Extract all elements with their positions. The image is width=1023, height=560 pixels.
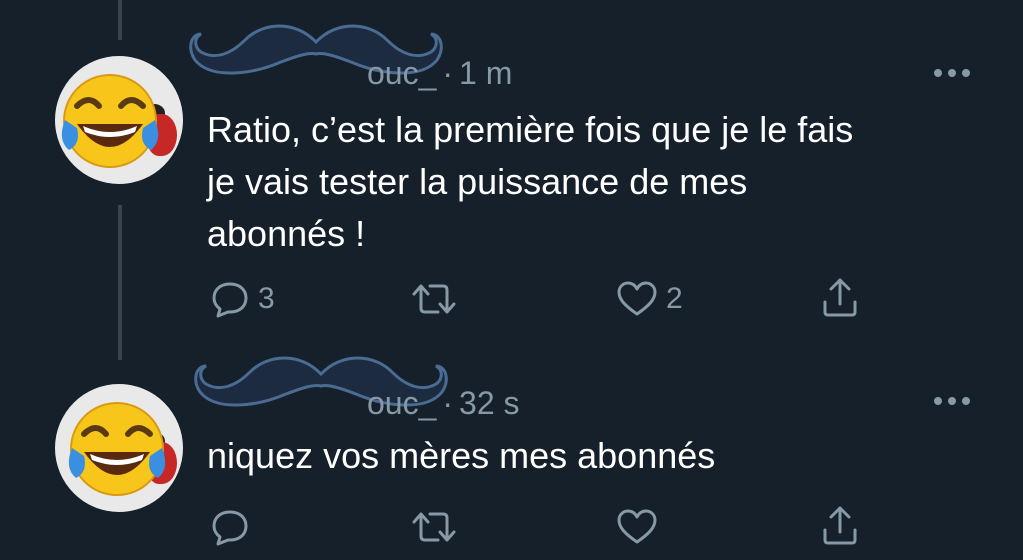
tweet-text-line: niquez vos mères mes abonnés bbox=[207, 435, 716, 476]
retweet-button[interactable] bbox=[410, 508, 466, 546]
tweet-2-header: ouc_ · 32 s bbox=[207, 385, 520, 422]
face-with-tears-of-joy-icon bbox=[68, 402, 166, 496]
share-button[interactable] bbox=[820, 276, 860, 318]
share-icon bbox=[823, 278, 857, 317]
share-icon bbox=[823, 506, 857, 545]
tweet-1-time[interactable]: 1 m bbox=[459, 55, 512, 91]
reply-button[interactable]: 3 bbox=[210, 280, 275, 318]
tweet-text-line: je vais tester la puissance de mes bbox=[207, 161, 748, 202]
tweet-1[interactable]: ouc_ · 1 m Ratio, c’est la première fois q… bbox=[0, 0, 1023, 340]
more-icon[interactable] bbox=[932, 394, 972, 408]
retweet-icon bbox=[412, 512, 456, 542]
retweet-button[interactable] bbox=[410, 280, 466, 318]
separator-dot: · bbox=[442, 55, 454, 91]
retweet-icon bbox=[412, 284, 456, 314]
tweet-2-text: niquez vos mères mes abonnés bbox=[207, 430, 987, 482]
face-with-tears-of-joy-icon bbox=[61, 74, 159, 168]
reply-icon bbox=[212, 282, 248, 318]
reply-count: 3 bbox=[258, 282, 275, 315]
tweet-text-line: abonnés ! bbox=[207, 213, 366, 254]
tweet-thread-screen: ouc_ · 1 m Ratio, c’est la première fois q… bbox=[0, 0, 1023, 560]
separator-dot: · bbox=[442, 385, 454, 421]
like-icon bbox=[617, 509, 657, 544]
tweet-2-time[interactable]: 32 s bbox=[459, 385, 519, 421]
reply-button[interactable] bbox=[210, 508, 258, 546]
more-icon[interactable] bbox=[932, 66, 972, 80]
like-icon bbox=[617, 281, 657, 316]
like-button[interactable]: 2 bbox=[616, 280, 683, 318]
share-button[interactable] bbox=[820, 504, 860, 546]
like-count: 2 bbox=[666, 282, 683, 315]
tweet-1-handle[interactable]: ouc_ bbox=[367, 55, 436, 91]
tweet-2-handle[interactable]: ouc_ bbox=[367, 385, 436, 421]
tweet-1-header: ouc_ · 1 m bbox=[207, 55, 512, 92]
like-button[interactable] bbox=[616, 508, 666, 546]
tweet-2[interactable]: ouc_ · 32 s niquez vos mères mes abonnés bbox=[0, 340, 1023, 560]
tweet-text-line: Ratio, c’est la première fois que je le … bbox=[207, 109, 854, 150]
reply-icon bbox=[212, 510, 248, 546]
tweet-1-text: Ratio, c’est la première fois que je le … bbox=[207, 104, 987, 260]
